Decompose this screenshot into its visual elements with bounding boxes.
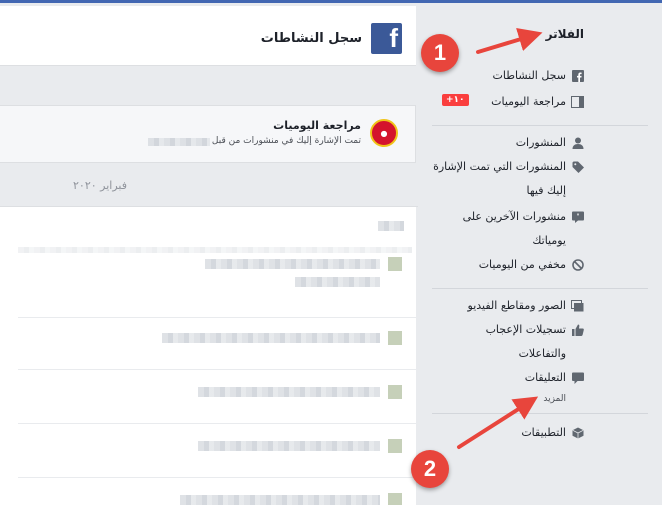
sidebar-item-label: تسجيلات الإعجاب — [485, 323, 566, 336]
sidebar-item-label: المنشورات — [515, 136, 566, 149]
filters-sidebar: الفلاتر سجل النشاطات مراجعة اليوميات +١٠… — [418, 3, 662, 505]
sidebar-item-label: مخفي من اليوميات — [478, 258, 566, 271]
divider — [432, 288, 648, 289]
timeline-review-icon — [571, 95, 584, 108]
sidebar-item-label: التعليقات — [524, 371, 566, 384]
sidebar-item-label-cont: إليك فيها — [526, 184, 567, 197]
sidebar-item-label-cont: والتفاعلات — [518, 347, 566, 360]
sidebar-item-label: سجل النشاطات — [492, 69, 567, 82]
sidebar-item-label: مراجعة اليوميات — [491, 95, 566, 108]
facebook-icon — [571, 69, 584, 82]
photos-icon — [571, 299, 584, 312]
timeline-review-card[interactable]: ● مراجعة اليوميات تمت الإشارة إليك في من… — [0, 105, 416, 163]
activity-log-header: f سجل النشاطات — [0, 6, 416, 66]
person-icon — [571, 136, 584, 149]
sidebar-item-label: منشورات الآخرين على — [462, 210, 566, 223]
more-link[interactable]: المزيد — [543, 394, 566, 404]
review-subtitle: تمت الإشارة إليك في منشورات من قبل — [211, 136, 361, 146]
filters-title: الفلاتر — [545, 27, 584, 41]
facebook-logo[interactable]: f — [371, 23, 402, 54]
tag-icon — [571, 160, 584, 173]
main-content: f سجل النشاطات ● مراجعة اليوميات تمت الإ… — [0, 3, 418, 505]
sidebar-item-label-cont: يومياتك — [532, 234, 566, 247]
annotation-marker-1: 1 — [421, 34, 459, 72]
divider — [432, 413, 648, 414]
apps-icon — [571, 426, 584, 439]
page-title: سجل النشاطات — [260, 31, 362, 46]
like-icon — [571, 323, 584, 336]
sidebar-item-label: المنشورات التي تمت الإشارة — [433, 160, 566, 173]
month-header: فبراير ٢٠٢٠ — [0, 169, 418, 207]
divider — [432, 125, 648, 126]
sidebar-item-label: الصور ومقاطع الفيديو — [467, 299, 566, 312]
hidden-icon — [571, 258, 584, 271]
blurred-name — [148, 138, 210, 146]
review-title[interactable]: مراجعة اليوميات — [273, 119, 361, 132]
quote-icon: " — [571, 210, 584, 223]
comment-icon — [571, 371, 584, 384]
sidebar-item-label: التطبيقات — [521, 426, 566, 439]
svg-text:": " — [576, 212, 579, 220]
month-label: فبراير ٢٠٢٠ — [73, 179, 127, 192]
avatar: ● — [370, 119, 398, 147]
annotation-marker-2: 2 — [411, 450, 449, 488]
notification-badge: +١٠ — [442, 94, 469, 106]
activity-feed — [0, 207, 416, 505]
